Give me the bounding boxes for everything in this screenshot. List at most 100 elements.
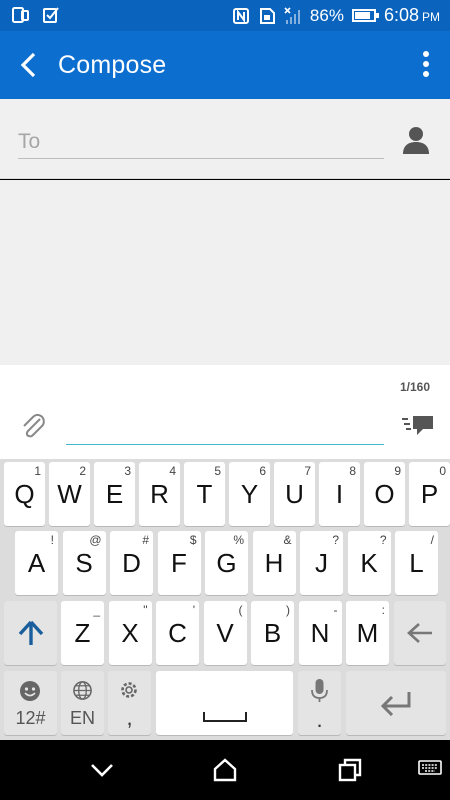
key-hint: _ [93,603,100,617]
key-hint: / [430,533,434,547]
compose-bar: 1/160 [0,365,450,459]
recent-apps-icon[interactable] [336,756,364,784]
key-label: D [122,548,141,578]
character-counter: 1/160 [399,380,430,394]
key-v[interactable]: (V [203,601,247,665]
enter-key[interactable] [346,671,446,735]
key-g[interactable]: % G [205,531,248,595]
key-hint: & [283,533,292,547]
microphone-icon [311,679,328,702]
overflow-menu-icon[interactable] [418,49,434,81]
key-hint: 8 [349,464,356,478]
key-label: U [285,479,304,509]
backspace-key[interactable] [394,601,446,665]
key-i[interactable]: 8I [319,462,360,526]
chevron-down-icon[interactable] [88,756,116,784]
key-hint: 4 [169,464,176,478]
key-label: P [420,479,439,509]
key-hint: " [143,603,148,617]
nfc-icon [232,7,249,24]
voice-period-key[interactable]: . [298,671,341,735]
key-w[interactable]: 2W [49,462,90,526]
key-hint: % [233,533,244,547]
key-t[interactable]: 5T [184,462,225,526]
smiley-icon [20,681,40,701]
quick-text-icon[interactable] [402,415,434,437]
key-label: O [374,479,395,509]
key-z[interactable]: _ Z [61,601,104,665]
paperclip-icon[interactable] [20,413,46,441]
key-h[interactable]: & H [252,531,296,595]
key-b[interactable]: ) B [251,601,294,665]
back-arrow-icon[interactable] [14,49,46,81]
key-label: M [356,618,379,648]
space-bar-icon [203,712,247,722]
key-u[interactable]: 7U [274,462,315,526]
key-y[interactable]: 6Y [229,462,270,526]
language-key[interactable]: EN [61,671,104,735]
shift-key[interactable] [4,601,57,665]
key-hint: 1 [34,464,41,478]
globe-icon [73,681,92,700]
key-label: H [264,548,284,578]
enter-arrow-icon [380,692,411,716]
key-s[interactable]: @ S [62,531,106,595]
clock: 6:08 PM [384,5,440,26]
key-k[interactable]: ? K [347,531,391,595]
message-input[interactable] [66,409,384,445]
home-icon[interactable] [211,756,239,784]
key-label: W [57,479,82,509]
to-field[interactable] [18,125,384,159]
phone-screen-icon [12,7,29,23]
key-o[interactable]: 9O [364,462,405,526]
key-hint: ? [379,533,387,547]
key-label: B [263,618,282,648]
key-c[interactable]: ' C [156,601,199,665]
key-hint: @ [89,533,102,547]
key-x[interactable]: " X [108,601,152,665]
key-label: Y [240,479,259,509]
key-hint: ? [332,533,339,547]
shift-arrow-icon [18,620,44,645]
key-r[interactable]: 4R [139,462,180,526]
key-label: S [75,548,93,578]
backspace-arrow-icon [407,623,432,643]
keyboard-switch-icon[interactable] [418,760,442,778]
settings-comma-key[interactable]: , [108,671,151,735]
key-f[interactable]: $ F [157,531,201,595]
battery-percent: 86% [309,5,344,25]
key-l[interactable]: / L [395,531,438,595]
key-hint: - [333,603,338,617]
key-p[interactable]: 0P [409,462,450,526]
key-q[interactable]: 1Q [4,462,45,526]
key-j[interactable]: ? J [300,531,343,595]
battery-icon [351,9,379,22]
app-bar: Compose [0,31,450,99]
key-a[interactable]: ! A [15,531,58,595]
key-hint: 7 [304,464,311,478]
key-hint: 2 [79,464,86,478]
space-key[interactable] [156,671,293,735]
key-n[interactable]: -N [298,601,342,665]
key-label: V [216,618,234,648]
key-label: Q [14,479,35,509]
clock-ampm: PM [422,10,440,24]
language-key-label: EN [69,708,95,728]
key-label: X [121,618,139,648]
key-hint: 5 [214,464,221,478]
key-label: I [335,479,344,509]
comma-key-label: , [126,705,133,730]
key-hint: ' [192,603,195,617]
key-d[interactable]: # D [110,531,153,595]
signal-icon [284,6,300,24]
key-label: N [310,618,330,648]
contact-picker-icon[interactable] [402,125,430,155]
recipient-row [0,99,450,179]
key-m[interactable]: :M [346,601,389,665]
key-e[interactable]: 3E [94,462,135,526]
gear-icon [121,682,137,698]
emoji-symbols-key[interactable]: 12# [4,671,57,735]
key-label: G [216,548,237,578]
key-hint: 0 [439,464,446,478]
key-label: J [315,548,328,578]
